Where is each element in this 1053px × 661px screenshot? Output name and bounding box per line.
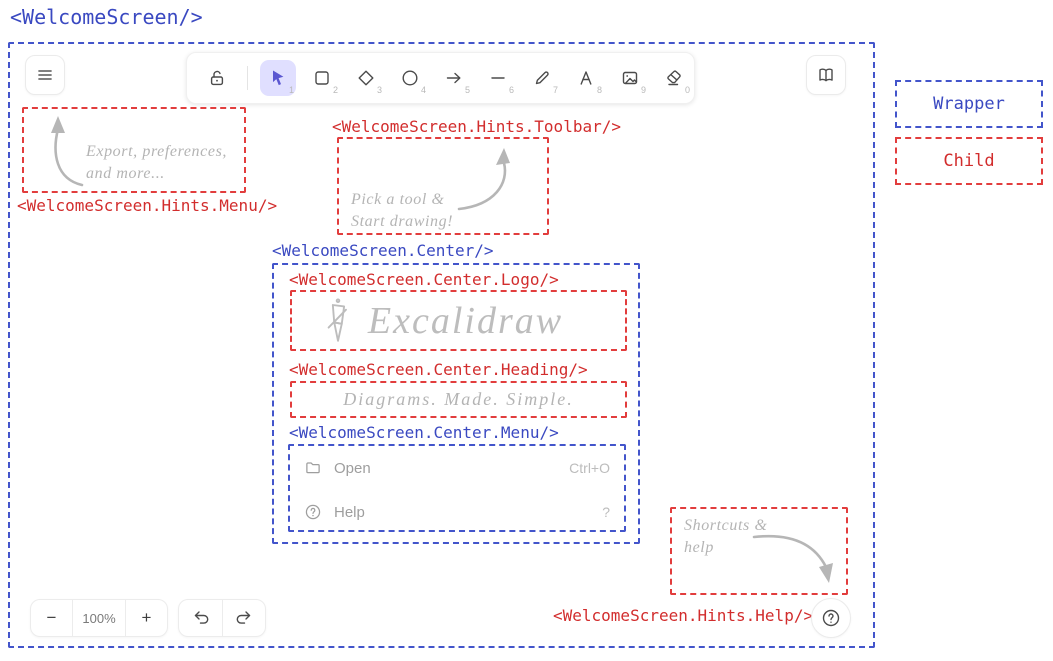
legend-wrapper-label: Wrapper — [933, 94, 1005, 114]
hamburger-icon — [35, 65, 55, 85]
toolbar-divider — [247, 66, 248, 90]
menu-item-label: Open — [334, 460, 371, 477]
undo-icon — [191, 608, 211, 628]
redo-icon — [234, 608, 254, 628]
legend-child-label: Child — [943, 151, 994, 171]
tool-draw[interactable]: 7 — [524, 60, 560, 96]
main-menu-button[interactable] — [25, 55, 65, 95]
lock-open-icon — [207, 68, 227, 88]
help-hint-arrow — [748, 525, 844, 591]
tool-lock[interactable] — [199, 60, 235, 96]
zoom-in-button[interactable]: + — [126, 600, 167, 636]
center-logo-label: <WelcomeScreen.Center.Logo/> — [289, 271, 559, 289]
welcome-heading-text: Diagrams. Made. Simple. — [292, 383, 625, 416]
book-icon — [816, 65, 836, 85]
question-mark-icon — [821, 608, 841, 628]
hints-toolbar-box: Pick a tool & Start drawing! — [337, 137, 549, 235]
undo-button[interactable] — [179, 600, 222, 636]
zoom-controls: − 100% + — [30, 599, 168, 637]
arrow-icon — [444, 68, 464, 88]
tool-shortcut: 5 — [465, 85, 470, 95]
tool-shortcut: 3 — [377, 85, 382, 95]
hints-help-label: <WelcomeScreen.Hints.Help/> — [553, 607, 813, 625]
rectangle-icon — [312, 68, 332, 88]
hints-menu-box: Export, preferences, and more... — [22, 107, 246, 193]
menu-item-open[interactable]: Open Ctrl+O — [304, 456, 610, 480]
hints-toolbar-label: <WelcomeScreen.Hints.Toolbar/> — [332, 118, 621, 136]
tool-shortcut: 8 — [597, 85, 602, 95]
redo-button[interactable] — [222, 600, 265, 636]
center-heading-label: <WelcomeScreen.Center.Heading/> — [289, 361, 588, 379]
text-icon — [576, 68, 596, 88]
center-menu-label: <WelcomeScreen.Center.Menu/> — [289, 424, 559, 442]
menu-item-shortcut: ? — [602, 504, 610, 520]
tool-shortcut: 4 — [421, 85, 426, 95]
tool-shortcut: 7 — [553, 85, 558, 95]
tool-image[interactable]: 9 — [612, 60, 648, 96]
toolbar-hint-text: Pick a tool & Start drawing! — [351, 189, 453, 232]
menu-item-help[interactable]: Help ? — [304, 500, 610, 524]
legend-wrapper-box: Wrapper — [895, 80, 1043, 128]
folder-icon — [304, 459, 322, 477]
undo-redo-controls — [178, 599, 266, 637]
tool-selection[interactable]: 1 — [260, 60, 296, 96]
image-icon — [620, 68, 640, 88]
menu-hint-text: Export, preferences, and more... — [86, 141, 227, 184]
center-logo-box: Excalidraw — [290, 290, 627, 351]
center-menu-box: Open Ctrl+O Help ? — [288, 444, 626, 532]
tool-text[interactable]: 8 — [568, 60, 604, 96]
tool-rectangle[interactable]: 2 — [304, 60, 340, 96]
ellipse-icon — [400, 68, 420, 88]
library-button[interactable] — [806, 55, 846, 95]
tool-ellipse[interactable]: 4 — [392, 60, 428, 96]
root-component-label: <WelcomeScreen/> — [10, 6, 203, 28]
diamond-icon — [356, 68, 376, 88]
excalidraw-logo-text: Excalidraw — [368, 299, 563, 343]
tool-shortcut: 6 — [509, 85, 514, 95]
center-label: <WelcomeScreen.Center/> — [272, 242, 494, 260]
help-button[interactable] — [811, 598, 851, 638]
toolbar-hint-arrow — [451, 145, 527, 217]
menu-item-label: Help — [334, 504, 365, 521]
pencil-icon — [532, 68, 552, 88]
help-circle-icon — [304, 503, 322, 521]
tool-shortcut: 9 — [641, 85, 646, 95]
tool-diamond[interactable]: 3 — [348, 60, 384, 96]
hints-menu-label: <WelcomeScreen.Hints.Menu/> — [17, 197, 277, 215]
eraser-icon — [664, 68, 684, 88]
hints-help-box: Shortcuts & help — [670, 507, 848, 595]
tool-eraser[interactable]: 0 — [656, 60, 692, 96]
legend-child-box: Child — [895, 137, 1043, 185]
zoom-out-button[interactable]: − — [31, 600, 72, 636]
tool-arrow[interactable]: 5 — [436, 60, 472, 96]
tool-line[interactable]: 6 — [480, 60, 516, 96]
toolbar: 1 2 3 4 5 6 — [186, 52, 695, 104]
center-heading-box: Diagrams. Made. Simple. — [290, 381, 627, 418]
tool-shortcut: 1 — [289, 85, 294, 95]
zoom-level-value[interactable]: 100% — [72, 600, 126, 636]
excalidraw-logo-icon — [322, 296, 354, 346]
line-icon — [488, 68, 508, 88]
menu-item-shortcut: Ctrl+O — [569, 460, 610, 476]
selection-cursor-icon — [268, 68, 288, 88]
tool-shortcut: 2 — [333, 85, 338, 95]
tool-shortcut: 0 — [685, 85, 690, 95]
